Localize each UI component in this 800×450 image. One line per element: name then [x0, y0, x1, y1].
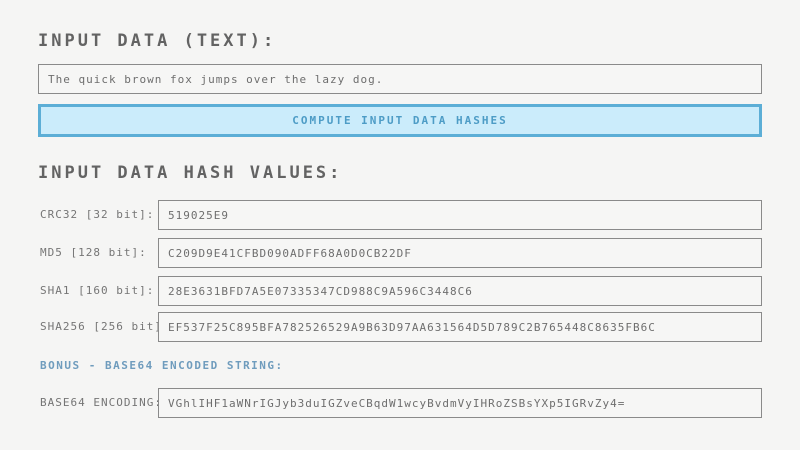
base64-value-field[interactable]: [158, 388, 762, 418]
base64-encoding-label: BASE64 ENCODING:: [40, 388, 162, 418]
input-data-text-field[interactable]: [38, 64, 762, 94]
hash-values-section-title: INPUT DATA HASH VALUES:: [38, 163, 342, 183]
sha1-label: SHA1 [160 bit]:: [40, 276, 154, 306]
input-data-section-title: INPUT DATA (TEXT):: [38, 31, 276, 51]
compute-hashes-button[interactable]: COMPUTE INPUT DATA HASHES: [38, 104, 762, 137]
hash-tool-page: INPUT DATA (TEXT): COMPUTE INPUT DATA HA…: [0, 0, 800, 450]
crc32-value-field[interactable]: [158, 200, 762, 230]
sha256-label: SHA256 [256 bit]:: [40, 312, 170, 342]
bonus-base64-section-title: BONUS - BASE64 ENCODED STRING:: [40, 359, 284, 372]
md5-value-field[interactable]: [158, 238, 762, 268]
md5-label: MD5 [128 bit]:: [40, 238, 147, 268]
sha256-value-field[interactable]: [158, 312, 762, 342]
sha1-value-field[interactable]: [158, 276, 762, 306]
crc32-label: CRC32 [32 bit]:: [40, 200, 154, 230]
